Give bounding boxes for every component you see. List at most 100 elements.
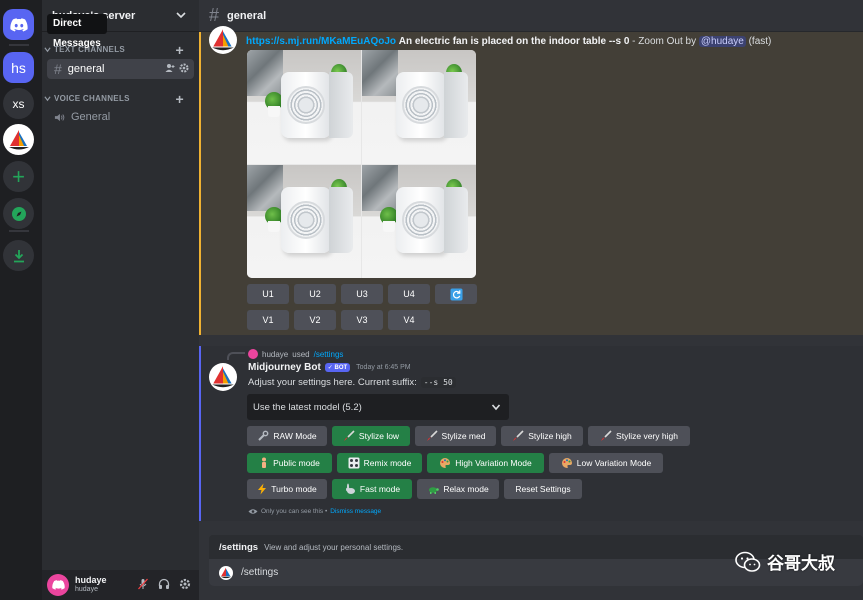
hash-icon: # — [54, 61, 62, 77]
raw-mode-label: RAW Mode — [273, 431, 317, 441]
user-display-name: hudaye — [75, 575, 107, 585]
message-zoom-out: https://s.mj.run/MKaMEuAQoJo An electric… — [199, 26, 863, 335]
bot-avatar[interactable] — [209, 26, 237, 54]
channel-label: general — [67, 63, 105, 75]
sailboat-icon — [220, 567, 232, 578]
stylize-very-high-button[interactable]: Stylize very high — [588, 426, 690, 446]
stylize-high-button[interactable]: Stylize high — [501, 426, 583, 446]
raw-mode-button[interactable]: RAW Mode — [247, 426, 327, 446]
low-variation-mode-button[interactable]: Low Variation Mode — [549, 453, 663, 473]
stylize-low-button[interactable]: Stylize low — [332, 426, 410, 446]
variation-2-button[interactable]: V2 — [294, 310, 336, 330]
image-grid[interactable] — [247, 50, 476, 278]
stylize-med-button[interactable]: Stylize med — [415, 426, 496, 446]
remix-mode-label: Remix mode — [363, 458, 412, 468]
generated-image — [362, 50, 476, 164]
server-xs[interactable]: xs — [3, 88, 34, 119]
add-server-button[interactable]: + — [3, 161, 34, 192]
dismiss-message-link[interactable]: Dismiss message — [330, 508, 381, 515]
category-chevron-icon — [44, 47, 51, 53]
stylize-med-label: Stylize med — [441, 431, 486, 441]
discord-logo-icon — [51, 580, 65, 590]
user-mention[interactable]: @hudaye — [698, 36, 746, 47]
app-icon — [219, 565, 233, 580]
mic-muted-icon[interactable] — [137, 578, 149, 590]
gear-icon[interactable] — [179, 63, 189, 73]
public-mode-label: Public mode — [273, 458, 320, 468]
download-icon — [13, 249, 24, 262]
upscale-1-button[interactable]: U1 — [247, 284, 289, 304]
wechat-icon — [735, 551, 761, 572]
upscale-3-button[interactable]: U3 — [341, 284, 383, 304]
upscale-2-button[interactable]: U2 — [294, 284, 336, 304]
model-select[interactable]: Use the latest model (5.2) — [247, 394, 509, 420]
voice-channel-label: General — [71, 111, 111, 123]
reset-settings-button[interactable]: Reset Settings — [504, 479, 582, 499]
variation-1-button[interactable]: V1 — [247, 310, 289, 330]
turtle-icon — [429, 487, 440, 494]
ephemeral-text: Only you can see this • — [261, 508, 328, 515]
upscale-4-button[interactable]: U4 — [388, 284, 430, 304]
suggestion-command: /settings — [219, 541, 259, 553]
prompt-link[interactable]: https://s.mj.run/MKaMEuAQoJo — [246, 36, 396, 47]
voice-channels-category[interactable]: VOICE CHANNELS + — [44, 92, 194, 106]
channel-item-general[interactable]: # general — [47, 59, 194, 79]
create-text-channel-icon[interactable]: + — [176, 43, 184, 57]
discord-app: Direct Messages hs xs + hudaye's server — [0, 0, 863, 600]
hash-icon: # — [209, 5, 220, 25]
reply-user: hudaye — [262, 349, 289, 359]
generated-image — [362, 164, 476, 278]
reroll-button[interactable] — [435, 284, 477, 304]
add-member-icon[interactable] — [165, 63, 175, 73]
voice-category-label: VOICE CHANNELS — [54, 94, 130, 103]
headphones-icon[interactable] — [158, 578, 170, 590]
variation-3-button[interactable]: V3 — [341, 310, 383, 330]
speed-text: (fast) — [745, 36, 772, 47]
suggestion-description: View and adjust your personal settings. — [264, 542, 404, 552]
stylize-very-high-label: Stylize very high — [616, 431, 678, 441]
server-hs[interactable]: hs — [3, 52, 34, 83]
generated-image — [247, 50, 361, 164]
chevron-down-icon — [491, 404, 501, 411]
turbo-mode-label: Turbo mode — [271, 484, 317, 494]
author-name[interactable]: Midjourney Bot — [248, 362, 321, 373]
home-button[interactable] — [3, 9, 34, 40]
rail-divider-2 — [9, 230, 29, 232]
input-value: /settings — [241, 567, 279, 578]
timestamp: Today at 6:45 PM — [356, 364, 411, 371]
download-apps-button[interactable] — [3, 240, 34, 271]
watermark-text: 谷哥大叔 — [767, 554, 835, 573]
create-voice-channel-icon[interactable]: + — [176, 92, 184, 106]
user-username: hudaye — [75, 586, 98, 593]
fast-mode-button[interactable]: Fast mode — [332, 479, 412, 499]
turbo-mode-button[interactable]: Turbo mode — [247, 479, 327, 499]
bot-tag: BOT — [334, 365, 348, 371]
body-text: Adjust your settings here. Current suffi… — [248, 377, 417, 388]
public-mode-button[interactable]: Public mode — [247, 453, 332, 473]
paintbrush-icon — [601, 430, 612, 441]
command-reference[interactable]: hudaye used /settings — [248, 349, 343, 359]
user-names[interactable]: hudaye hudaye — [75, 575, 107, 595]
sailboat-server-icon — [8, 129, 29, 149]
reply-command: /settings — [313, 349, 344, 359]
generated-image — [247, 164, 361, 278]
dm-tooltip: Direct Messages — [47, 14, 107, 49]
watermark: 谷哥大叔 — [735, 549, 835, 574]
bot-avatar[interactable] — [209, 363, 237, 391]
action-text: - Zoom Out by — [629, 36, 699, 47]
wrench-icon — [258, 430, 269, 441]
server-sailboat[interactable] — [3, 124, 34, 155]
low-variation-label: Low Variation Mode — [576, 458, 652, 468]
relax-mode-button[interactable]: Relax mode — [417, 479, 499, 499]
explore-servers-button[interactable] — [3, 198, 34, 229]
high-variation-label: High Variation Mode — [455, 458, 532, 468]
fast-mode-label: Fast mode — [359, 484, 401, 494]
remix-mode-button[interactable]: Remix mode — [337, 453, 422, 473]
relax-mode-label: Relax mode — [443, 484, 489, 494]
voice-channel-general[interactable]: General — [47, 107, 194, 127]
high-variation-mode-button[interactable]: High Variation Mode — [427, 453, 544, 473]
avatar[interactable] — [47, 574, 69, 596]
variation-4-button[interactable]: V4 — [388, 310, 430, 330]
reply-avatar — [248, 349, 258, 359]
gear-icon[interactable] — [179, 578, 191, 590]
